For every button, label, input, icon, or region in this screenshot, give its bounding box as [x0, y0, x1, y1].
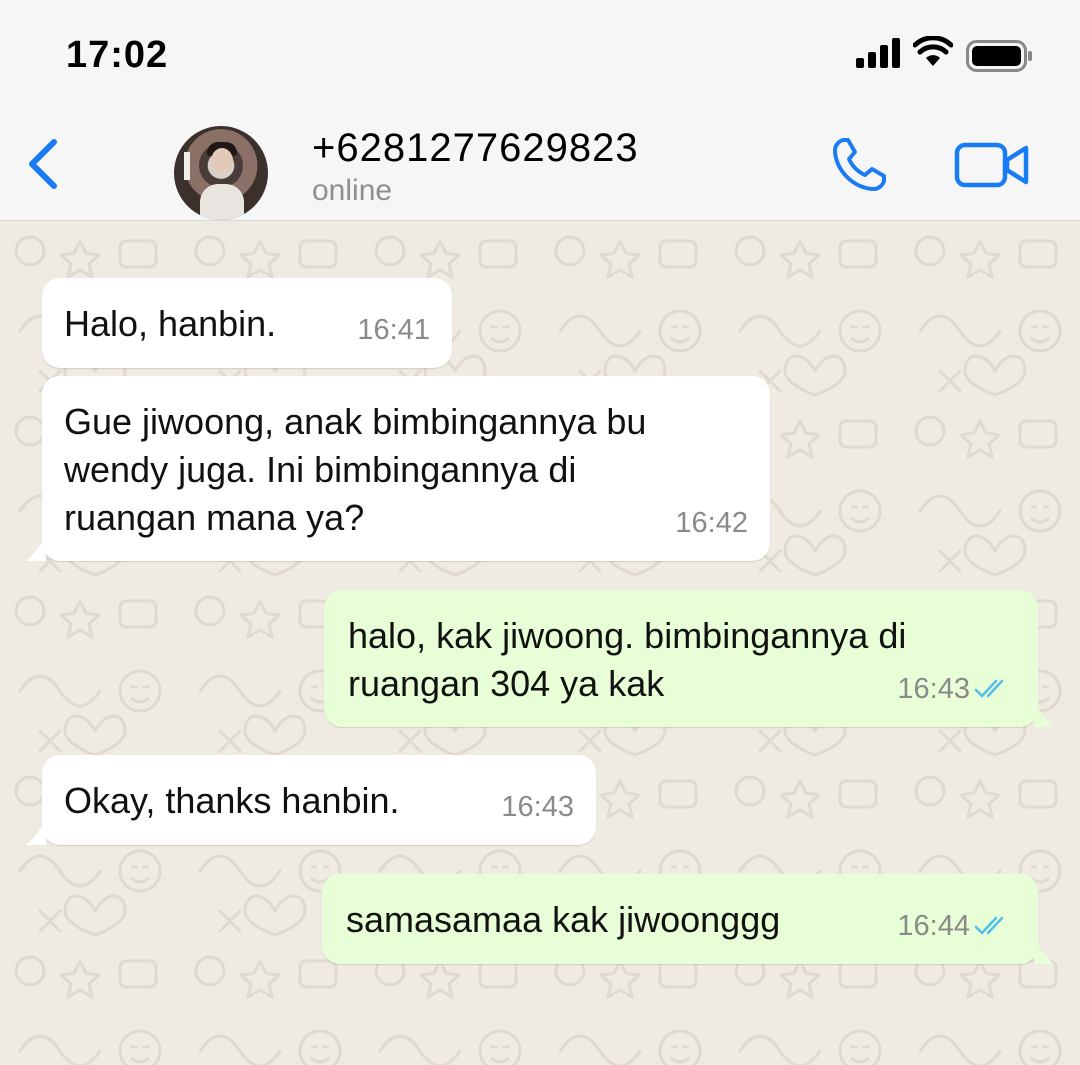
contact-avatar[interactable]: [174, 126, 268, 220]
message-meta: 16:42: [675, 499, 748, 547]
message-time: 16:42: [675, 507, 748, 539]
bubble-tail: [26, 535, 46, 561]
message-time: 16:43: [897, 673, 970, 705]
message-time: 16:41: [357, 314, 430, 346]
message-bubble-outgoing[interactable]: halo, kak jiwoong. bimbingannya di ruang…: [324, 590, 1054, 727]
bubble-tail: [1034, 701, 1054, 727]
message-meta: 16:44: [897, 902, 1016, 950]
contact-name[interactable]: +6281277629823: [312, 126, 639, 171]
message-time: 16:43: [501, 791, 574, 823]
phone-call-icon[interactable]: [830, 136, 888, 194]
bubble-tail: [26, 819, 46, 845]
bubble-tail: [1034, 938, 1054, 964]
chat-header: +6281277629823 online: [0, 110, 1080, 221]
message-bubble-incoming[interactable]: Halo, hanbin. 16:41: [42, 278, 452, 368]
wifi-icon: [913, 36, 953, 66]
cellular-signal-icon: [856, 38, 900, 68]
message-meta: 16:41: [357, 306, 430, 354]
back-chevron-icon[interactable]: [20, 132, 66, 196]
battery-icon: [966, 40, 1032, 72]
chat-area[interactable]: Halo, hanbin. 16:41 Gue jiwoong, anak bi…: [0, 221, 1080, 1065]
message-bubble-incoming[interactable]: Okay, thanks hanbin. 16:43: [26, 755, 596, 845]
message-text: samasamaa kak jiwoonggg: [346, 899, 781, 940]
message-time: 16:44: [897, 910, 970, 942]
status-time: 17:02: [66, 34, 169, 76]
read-receipt-icon: [974, 679, 1004, 698]
contact-status: online: [312, 174, 393, 207]
message-text: Halo, hanbin.: [64, 303, 277, 344]
video-call-icon[interactable]: [954, 140, 1030, 190]
message-bubble-outgoing[interactable]: samasamaa kak jiwoonggg 16:44: [322, 874, 1054, 964]
status-bar: 17:02: [0, 0, 1080, 110]
read-receipt-icon: [974, 916, 1004, 935]
message-text: Gue jiwoong, anak bimbingannya bu wendy …: [64, 401, 647, 538]
message-meta: 16:43: [897, 665, 1016, 713]
message-bubble-incoming[interactable]: Gue jiwoong, anak bimbingannya bu wendy …: [26, 376, 770, 561]
message-text: halo, kak jiwoong. bimbingannya di ruang…: [348, 615, 907, 704]
message-text: Okay, thanks hanbin.: [64, 780, 400, 821]
message-meta: 16:43: [501, 783, 574, 831]
